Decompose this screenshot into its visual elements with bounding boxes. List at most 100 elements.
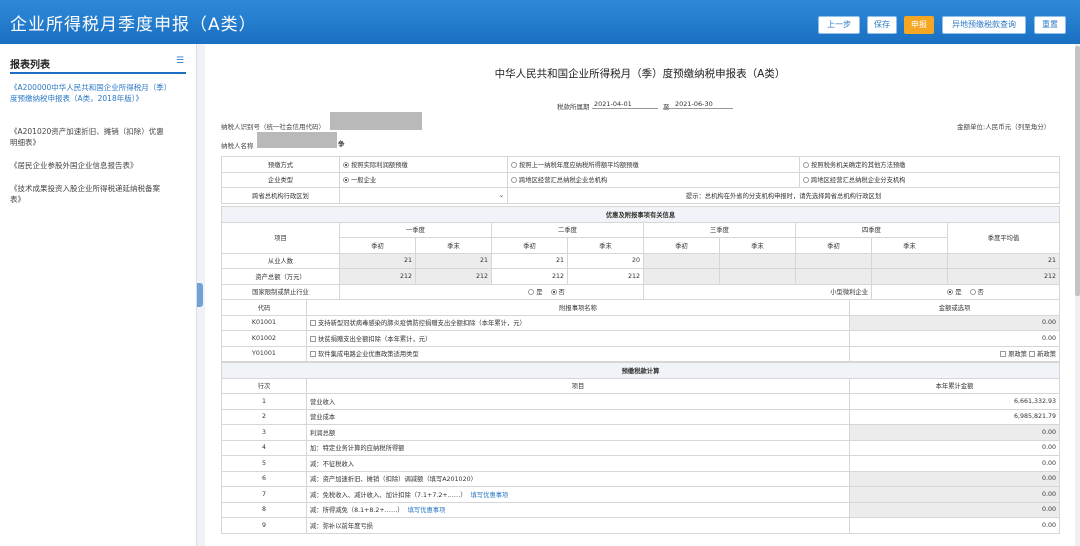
taxpayer-name-suffix: 争	[338, 140, 345, 148]
save-button[interactable]: 保存	[867, 16, 897, 34]
radio-icon[interactable]	[511, 177, 517, 184]
region-select[interactable]: ⌄	[339, 187, 508, 204]
old-policy-checkbox[interactable]	[1000, 351, 1007, 358]
attach-code: K01001	[221, 314, 307, 331]
period-end-input[interactable]: 2021-06-30	[663, 99, 733, 109]
line-item: 减：所得减免（8.1+8.2+……） 填写优惠事项	[306, 501, 850, 518]
table-row: 5 减：不征税收入 0.00	[221, 455, 1061, 472]
info-item-header: 项目	[221, 221, 340, 254]
new-policy-checkbox[interactable]	[1029, 351, 1036, 358]
prev-step-button[interactable]: 上一步	[818, 16, 860, 34]
sidebar-item-a201020[interactable]: 《A201020资产加速折旧、摊销（扣除）优惠明细表》	[10, 126, 170, 148]
attach-amount[interactable]: 0.00	[849, 330, 1060, 347]
sidebar-item-a200000[interactable]: 《A200000中华人民共和国企业所得税月（季）度预缴纳税申报表（A类，2018…	[10, 82, 170, 104]
line-amount: 0.00	[848, 470, 1061, 487]
table-row: 9 减：弥补以前年度亏损 0.00	[221, 517, 1061, 534]
submit-button[interactable]: 申报	[904, 16, 934, 34]
fill-preference-link[interactable]: 填写优惠事项	[471, 492, 509, 499]
line-number: 1	[221, 393, 307, 410]
attach-code-header: 代码	[221, 299, 307, 316]
sidebar-collapse-handle[interactable]	[197, 283, 203, 307]
period-label: 税款所属期	[557, 103, 590, 111]
assets-label: 资产总额（万元）	[221, 268, 340, 285]
q3-begin-header: 季初	[643, 237, 720, 254]
restricted-no-radio[interactable]	[550, 289, 557, 296]
chevron-down-icon: ⌄	[498, 191, 504, 199]
radio-icon[interactable]	[511, 161, 517, 168]
table-row: 6 减：资产加速折旧、摊销（扣除）调减额（填写A201020） 0.00	[221, 470, 1061, 487]
calc-section-title: 预缴税款计算	[220, 362, 1061, 379]
region-tip: 提示：总机构在外省的分支机构申报时，请先选择跨省总机构行政区划	[506, 187, 1061, 204]
period-start-input[interactable]: 2021-04-01	[592, 99, 658, 109]
checkbox-icon[interactable]	[310, 351, 316, 358]
type-option-head-office[interactable]: 跨地区经营汇总纳税企业总机构	[506, 171, 801, 188]
line-number: 2	[221, 408, 307, 425]
line-number: 8	[221, 501, 307, 518]
q1-header: 一季度	[339, 221, 492, 238]
sidebar-item-tech-investment[interactable]: 《技术成果投资入股企业所得税递延纳税备案表》	[10, 183, 170, 205]
assets-avg: 212	[946, 268, 1061, 285]
region-label: 跨省总机构行政区划	[221, 187, 340, 204]
type-option-branch[interactable]: 跨地区经营汇总纳税企业分支机构	[799, 171, 1061, 188]
checkbox-icon[interactable]	[310, 335, 316, 342]
q2-begin-header: 季初	[491, 237, 568, 254]
checkbox-icon[interactable]	[310, 320, 316, 327]
employees-label: 从业人数	[221, 252, 340, 269]
scrollbar-thumb[interactable]	[1075, 46, 1080, 296]
employees-q1-begin: 21	[339, 252, 416, 269]
assets-q2-begin[interactable]: 212	[491, 268, 568, 285]
unit-label: 金额单位:人民币元（列至角分）	[957, 123, 1051, 131]
attach-amount: 0.00	[849, 314, 1060, 331]
line-amount[interactable]: 0.00	[848, 439, 1061, 456]
line-item: 减：资产加速折旧、摊销（扣除）调减额（填写A201020）	[306, 470, 850, 487]
line-item: 加：特定业务计算的应纳税所得额	[306, 439, 850, 456]
attachment-table: 代码 附报事项名称 金额或选项 K01001 支持新型冠状病毒感染的肺炎疫情防控…	[221, 299, 1060, 362]
radio-icon[interactable]	[803, 161, 810, 168]
attach-code: K01002	[221, 330, 307, 347]
radio-icon[interactable]	[803, 177, 810, 184]
line-number: 6	[221, 470, 307, 487]
layers-icon[interactable]: ☰	[176, 56, 186, 66]
radio-icon[interactable]	[343, 161, 349, 168]
line-amount[interactable]: 6,661,332.93	[848, 393, 1061, 410]
q2-header: 二季度	[491, 221, 644, 238]
table-row: 7 减：免税收入、减计收入、加计扣除（7.1+7.2+……） 填写优惠事项 0.00	[221, 486, 1061, 503]
radio-icon[interactable]	[343, 177, 349, 184]
info-section-title: 优惠及附报事项有关信息	[220, 206, 1061, 223]
method-option-average[interactable]: 按照上一纳税年度应纳税所得额平均额预缴	[506, 156, 801, 173]
line-item: 减：不征税收入	[306, 455, 850, 472]
restricted-yes-radio[interactable]	[528, 289, 535, 296]
assets-q1-end: 212	[415, 268, 492, 285]
employees-q2-begin[interactable]: 21	[491, 252, 568, 269]
form-title: 中华人民共和国企业所得税月（季）度预缴纳税申报表（A类）	[494, 68, 786, 80]
method-option-other[interactable]: 按照税务机关确定的其他方法预缴	[799, 156, 1061, 173]
small-yes-radio[interactable]	[947, 289, 954, 296]
preferential-info-table: 优惠及附报事项有关信息 项目 一季度 二季度 三季度 四季度 季度平均值 季初 …	[220, 206, 1061, 300]
method-option-actual[interactable]: 按照实际利润额预缴	[339, 156, 508, 173]
line-item: 减：弥补以前年度亏损	[306, 517, 850, 534]
line-amount: 0.00	[848, 501, 1061, 518]
assets-q2-end[interactable]: 212	[567, 268, 644, 285]
remote-tax-query-button[interactable]: 异地预缴税款查询	[942, 16, 1026, 34]
small-options: 是 否	[870, 283, 1061, 300]
employees-q2-end[interactable]: 20	[567, 252, 644, 269]
line-amount[interactable]: 0.00	[848, 455, 1061, 472]
type-label: 企业类型	[221, 171, 340, 188]
sidebar-header: 报表列表 ☰	[10, 44, 186, 74]
line-amount[interactable]: 6,985,821.79	[848, 408, 1061, 425]
type-option-general[interactable]: 一般企业	[339, 171, 508, 188]
restricted-options: 是 否	[339, 283, 644, 300]
small-no-radio[interactable]	[969, 289, 976, 296]
fill-preference-link[interactable]: 填写优惠事项	[408, 507, 446, 514]
sidebar-item-foreign-info[interactable]: 《居民企业参股外国企业信息报告表》	[10, 160, 170, 171]
reset-button[interactable]: 重置	[1034, 16, 1066, 34]
q4-header: 四季度	[795, 221, 948, 238]
taxpayer-id-redacted	[330, 112, 422, 130]
table-row: 3 利润总额 0.00	[221, 424, 1061, 441]
calc-line-header: 行次	[221, 377, 307, 394]
line-item: 减：免税收入、减计收入、加计扣除（7.1+7.2+……） 填写优惠事项	[306, 486, 850, 503]
line-amount[interactable]: 0.00	[848, 517, 1061, 534]
top-bar: 企业所得税月季度申报（A类） 上一步 保存 申报 异地预缴税款查询 重置	[0, 0, 1080, 44]
attach-amount-header: 金额或选项	[849, 299, 1060, 316]
tax-calculation-table: 预缴税款计算 行次 项目 本年累计金额 1 营业收入 6,661,332.93 2 营业…	[220, 362, 1061, 534]
